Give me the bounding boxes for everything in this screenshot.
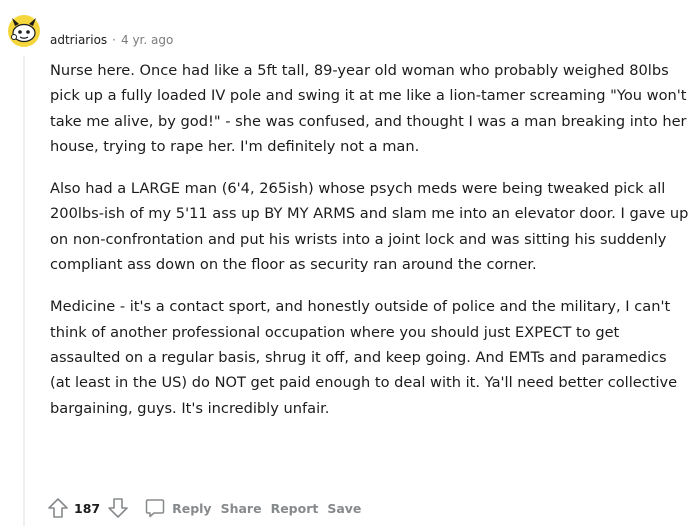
report-button[interactable]: Report bbox=[271, 501, 319, 516]
comment-body: Nurse here. Once had like a 5ft tall, 89… bbox=[50, 58, 690, 438]
comment-paragraph: Nurse here. Once had like a 5ft tall, 89… bbox=[50, 62, 687, 155]
upvote-icon[interactable] bbox=[46, 496, 70, 520]
snoo-avatar-icon bbox=[8, 15, 40, 47]
timestamp[interactable]: 4 yr. ago bbox=[121, 33, 173, 47]
vote-score: 187 bbox=[74, 500, 101, 516]
comment: adtriarios · 4 yr. ago Nurse here. Once … bbox=[0, 0, 700, 529]
comment-paragraph: Medicine - it's a contact sport, and hon… bbox=[50, 298, 678, 417]
thread-line[interactable] bbox=[23, 56, 25, 526]
comment-bubble-icon bbox=[145, 499, 165, 518]
comment-meta: adtriarios · 4 yr. ago bbox=[50, 30, 173, 50]
comment-actions: 187 Reply Share Report Save bbox=[46, 494, 361, 522]
username[interactable]: adtriarios bbox=[50, 33, 107, 47]
downvote-icon[interactable] bbox=[106, 496, 130, 520]
comment-paragraph: Also had a LARGE man (6'4, 265ish) whose… bbox=[50, 180, 689, 274]
reply-button[interactable]: Reply bbox=[144, 497, 212, 519]
share-button[interactable]: Share bbox=[221, 501, 262, 516]
reply-label: Reply bbox=[172, 500, 212, 516]
meta-separator: · bbox=[112, 33, 116, 47]
user-avatar[interactable] bbox=[6, 12, 42, 48]
save-button[interactable]: Save bbox=[327, 501, 361, 516]
